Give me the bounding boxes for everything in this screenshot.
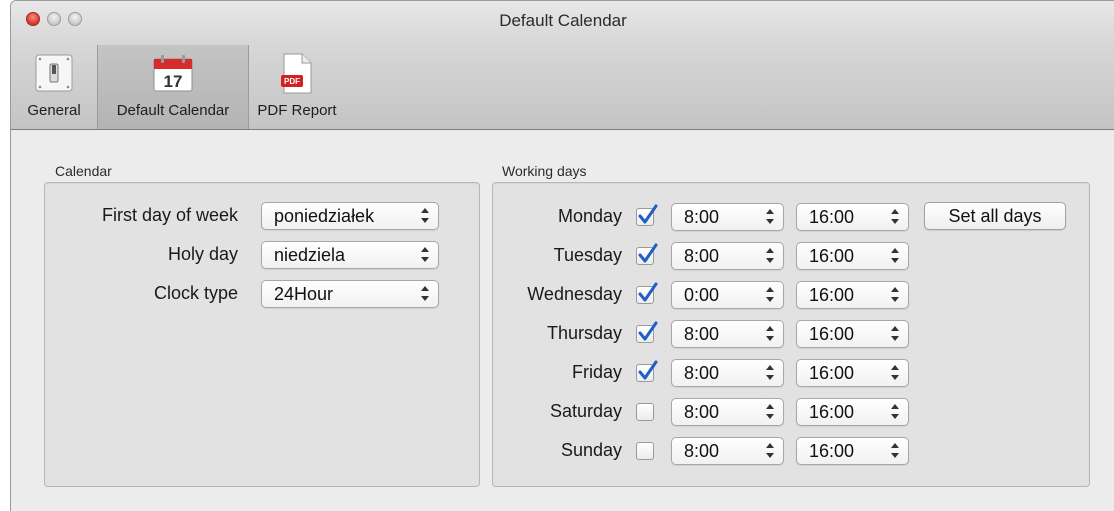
popup-value: 16:00 <box>809 207 855 227</box>
updown-arrows-icon <box>421 206 429 226</box>
start-time-popup[interactable]: 8:00 <box>671 242 784 270</box>
toolbar-item-pdf-report[interactable]: PDF PDF Report <box>247 45 347 129</box>
updown-arrows-icon <box>891 246 899 266</box>
day-name-label: Friday <box>571 362 622 382</box>
updown-arrows-icon <box>891 363 899 383</box>
popup-value: 8:00 <box>684 324 720 344</box>
day-enabled-checkbox[interactable] <box>636 243 658 265</box>
day-name-label: Monday <box>557 206 622 226</box>
updown-arrows-icon <box>766 441 774 461</box>
clock-type-popup[interactable]: 24Hour <box>261 280 439 308</box>
popup-value: 8:00 <box>684 402 720 422</box>
updown-arrows-icon <box>891 402 899 422</box>
day-enabled-checkbox[interactable] <box>636 321 658 343</box>
end-time-popup[interactable]: 16:00 <box>796 281 909 309</box>
end-time-popup[interactable]: 16:00 <box>796 398 909 426</box>
popup-value: 16:00 <box>809 363 855 383</box>
pdf-document-icon: PDF <box>280 53 314 94</box>
day-name-label: Sunday <box>560 440 622 460</box>
updown-arrows-icon <box>891 207 899 227</box>
start-time-popup[interactable]: 8:00 <box>671 437 784 465</box>
pdf-icon-text: PDF <box>284 77 300 86</box>
toolbar: Default Calendar General 17 Default Cale… <box>11 1 1114 130</box>
checkmark-icon <box>638 204 658 224</box>
end-time-popup[interactable]: 16:00 <box>796 203 909 231</box>
day-enabled-checkbox[interactable] <box>636 360 658 382</box>
start-time-popup[interactable]: 0:00 <box>671 281 784 309</box>
set-all-days-button[interactable]: Set all days <box>924 202 1066 230</box>
popup-value: 16:00 <box>809 402 855 422</box>
popup-value: 16:00 <box>809 246 855 266</box>
updown-arrows-icon <box>766 402 774 422</box>
holy-day-popup[interactable]: niedziela <box>261 241 439 269</box>
toolbar-item-general[interactable]: General <box>11 45 97 129</box>
popup-value: 8:00 <box>684 207 720 227</box>
end-time-popup[interactable]: 16:00 <box>796 359 909 387</box>
calendar-icon: 17 <box>151 53 195 93</box>
popup-value: 16:00 <box>809 285 855 305</box>
checkmark-icon <box>638 360 658 380</box>
updown-arrows-icon <box>766 363 774 383</box>
day-enabled-checkbox[interactable] <box>636 403 654 421</box>
light-switch-icon <box>33 53 75 93</box>
day-enabled-checkbox[interactable] <box>636 282 658 304</box>
popup-value: 8:00 <box>684 363 720 383</box>
toolbar-item-default-calendar[interactable]: 17 Default Calendar <box>97 45 249 129</box>
preferences-window: Default Calendar General 17 Default Cale… <box>10 0 1114 511</box>
calendar-group-box: First day of week poniedziałek Holy day … <box>44 182 480 487</box>
first-day-of-week-popup[interactable]: poniedziałek <box>261 202 439 230</box>
popup-value: poniedziałek <box>274 206 375 226</box>
day-name-label: Wednesday <box>527 284 622 304</box>
day-enabled-checkbox[interactable] <box>636 204 658 226</box>
toolbar-item-label: General <box>27 102 81 119</box>
window-title: Default Calendar <box>499 11 627 30</box>
popup-value: 16:00 <box>809 441 855 461</box>
calendar-group-label: Calendar <box>55 163 112 179</box>
day-enabled-checkbox[interactable] <box>636 442 654 460</box>
updown-arrows-icon <box>891 324 899 344</box>
clock-type-label: Clock type <box>153 283 238 303</box>
start-time-popup[interactable]: 8:00 <box>671 398 784 426</box>
checkmark-icon <box>638 243 658 263</box>
working-days-group-box: Monday 8:00 16:00 Tuesday 8:00 16:00 Wednesday… <box>492 182 1090 487</box>
checkmark-icon <box>638 321 658 341</box>
updown-arrows-icon <box>891 285 899 305</box>
first-day-of-week-label: First day of week <box>101 205 238 225</box>
working-days-group-label: Working days <box>502 163 587 179</box>
end-time-popup[interactable]: 16:00 <box>796 437 909 465</box>
updown-arrows-icon <box>766 246 774 266</box>
day-name-label: Tuesday <box>553 245 622 265</box>
popup-value: 8:00 <box>684 441 720 461</box>
popup-value: 16:00 <box>809 324 855 344</box>
calendar-icon-day: 17 <box>164 72 183 91</box>
checkmark-icon <box>638 282 658 302</box>
updown-arrows-icon <box>891 441 899 461</box>
popup-value: 24Hour <box>274 284 334 304</box>
end-time-popup[interactable]: 16:00 <box>796 320 909 348</box>
start-time-popup[interactable]: 8:00 <box>671 359 784 387</box>
holy-day-label: Holy day <box>167 244 238 264</box>
updown-arrows-icon <box>421 284 429 304</box>
updown-arrows-icon <box>766 285 774 305</box>
popup-value: 0:00 <box>684 285 720 305</box>
toolbar-item-label: Default Calendar <box>116 102 230 119</box>
start-time-popup[interactable]: 8:00 <box>671 203 784 231</box>
end-time-popup[interactable]: 16:00 <box>796 242 909 270</box>
toolbar-item-label: PDF Report <box>257 102 337 119</box>
popup-value: 8:00 <box>684 246 720 266</box>
updown-arrows-icon <box>421 245 429 265</box>
updown-arrows-icon <box>766 207 774 227</box>
day-name-label: Saturday <box>549 401 622 421</box>
updown-arrows-icon <box>766 324 774 344</box>
day-name-label: Thursday <box>546 323 622 343</box>
start-time-popup[interactable]: 8:00 <box>671 320 784 348</box>
popup-value: niedziela <box>274 245 346 265</box>
